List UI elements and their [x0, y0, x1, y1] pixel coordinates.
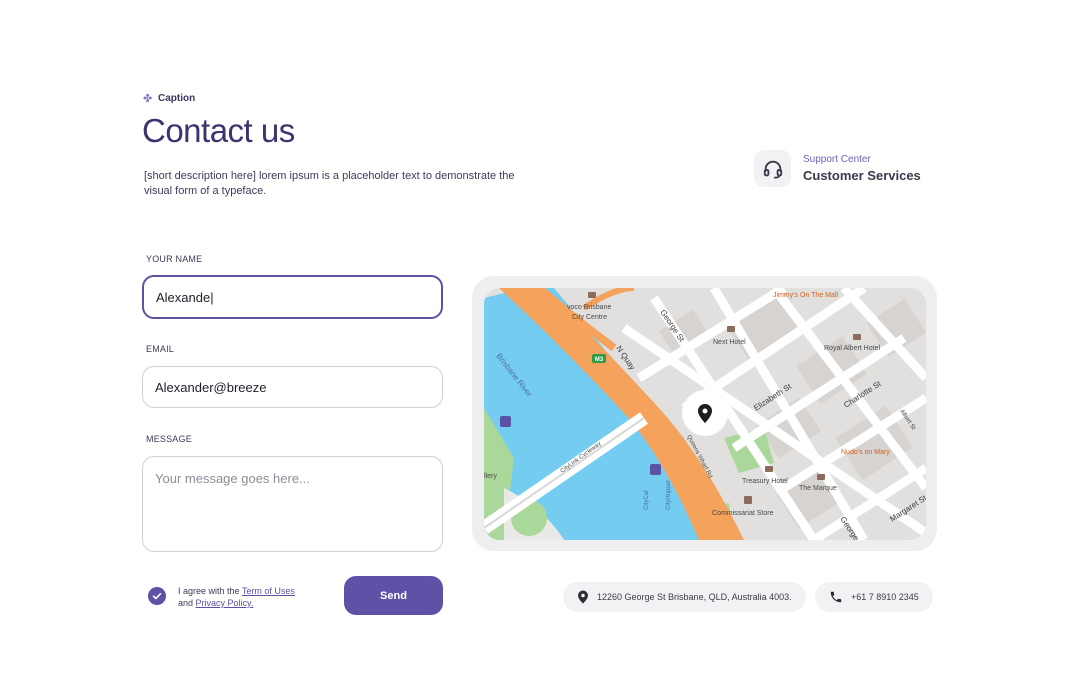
location-icon: [578, 590, 588, 604]
map-label-treasury: Treasury Hotel: [742, 478, 788, 485]
privacy-link[interactable]: Privacy Policy.: [196, 598, 254, 608]
map-label-voco2: City Centre: [572, 314, 607, 321]
map-label-royal: Royal Albert Hotel: [824, 345, 880, 352]
support-center[interactable]: Support Center Customer Services: [754, 150, 921, 187]
and-text: and: [178, 598, 194, 608]
message-placeholder: Your message goes here...: [155, 471, 310, 486]
name-input[interactable]: Alexande|: [142, 275, 443, 319]
map-label-jimmys: Jimmy's On The Mall: [773, 292, 838, 299]
page-title: Contact us: [142, 112, 295, 149]
phone-text: +61 7 8910 2345: [851, 592, 919, 602]
sparkle-icon: ✤: [143, 92, 153, 105]
message-label: MESSAGE: [146, 434, 192, 444]
map-label-commissariat: Commissariat Store: [712, 510, 774, 517]
name-value: Alexande|: [156, 289, 214, 305]
map-label-nudos: Nudo's on Mary: [841, 449, 890, 456]
email-value: Alexander@breeze: [155, 379, 267, 395]
map-label-cityhopper: CityHopper: [666, 480, 672, 510]
map-label-m3: M3: [595, 357, 604, 363]
map-label-gallery: llery: [484, 473, 497, 480]
map-label-citycat: CityCat: [644, 490, 650, 510]
name-label: YOUR NAME: [146, 254, 203, 264]
agree-prefix: I agree with the: [178, 586, 240, 596]
email-input[interactable]: Alexander@breeze: [142, 366, 443, 408]
caption: ✤ Caption: [143, 93, 195, 104]
headset-icon: [754, 150, 791, 187]
caption-label: Caption: [158, 93, 196, 104]
support-small-label: Support Center: [803, 154, 871, 165]
phone-chip[interactable]: +61 7 8910 2345: [815, 582, 933, 612]
map-label-voco: voco Brisbane: [567, 304, 611, 311]
agree-row: I agree with the Term of Uses and Privac…: [148, 585, 295, 609]
support-title: Customer Services: [803, 168, 921, 183]
phone-icon: [830, 591, 842, 603]
page-description: [short description here] lorem ipsum is …: [144, 170, 515, 197]
email-label: EMAIL: [146, 344, 175, 354]
message-textarea[interactable]: Your message goes here...: [142, 456, 443, 552]
map[interactable]: M3 voco Brisbane City Centre Next Hotel …: [484, 288, 926, 540]
terms-link[interactable]: Term of Uses: [242, 586, 295, 596]
map-label-next-hotel: Next Hotel: [713, 339, 746, 346]
address-text: 12260 George St Brisbane, QLD, Australia…: [597, 592, 792, 602]
send-button[interactable]: Send: [344, 576, 443, 615]
agree-checkbox[interactable]: [148, 587, 166, 605]
map-label-marque: The Marque: [799, 485, 837, 492]
address-chip[interactable]: 12260 George St Brisbane, QLD, Australia…: [563, 582, 806, 612]
